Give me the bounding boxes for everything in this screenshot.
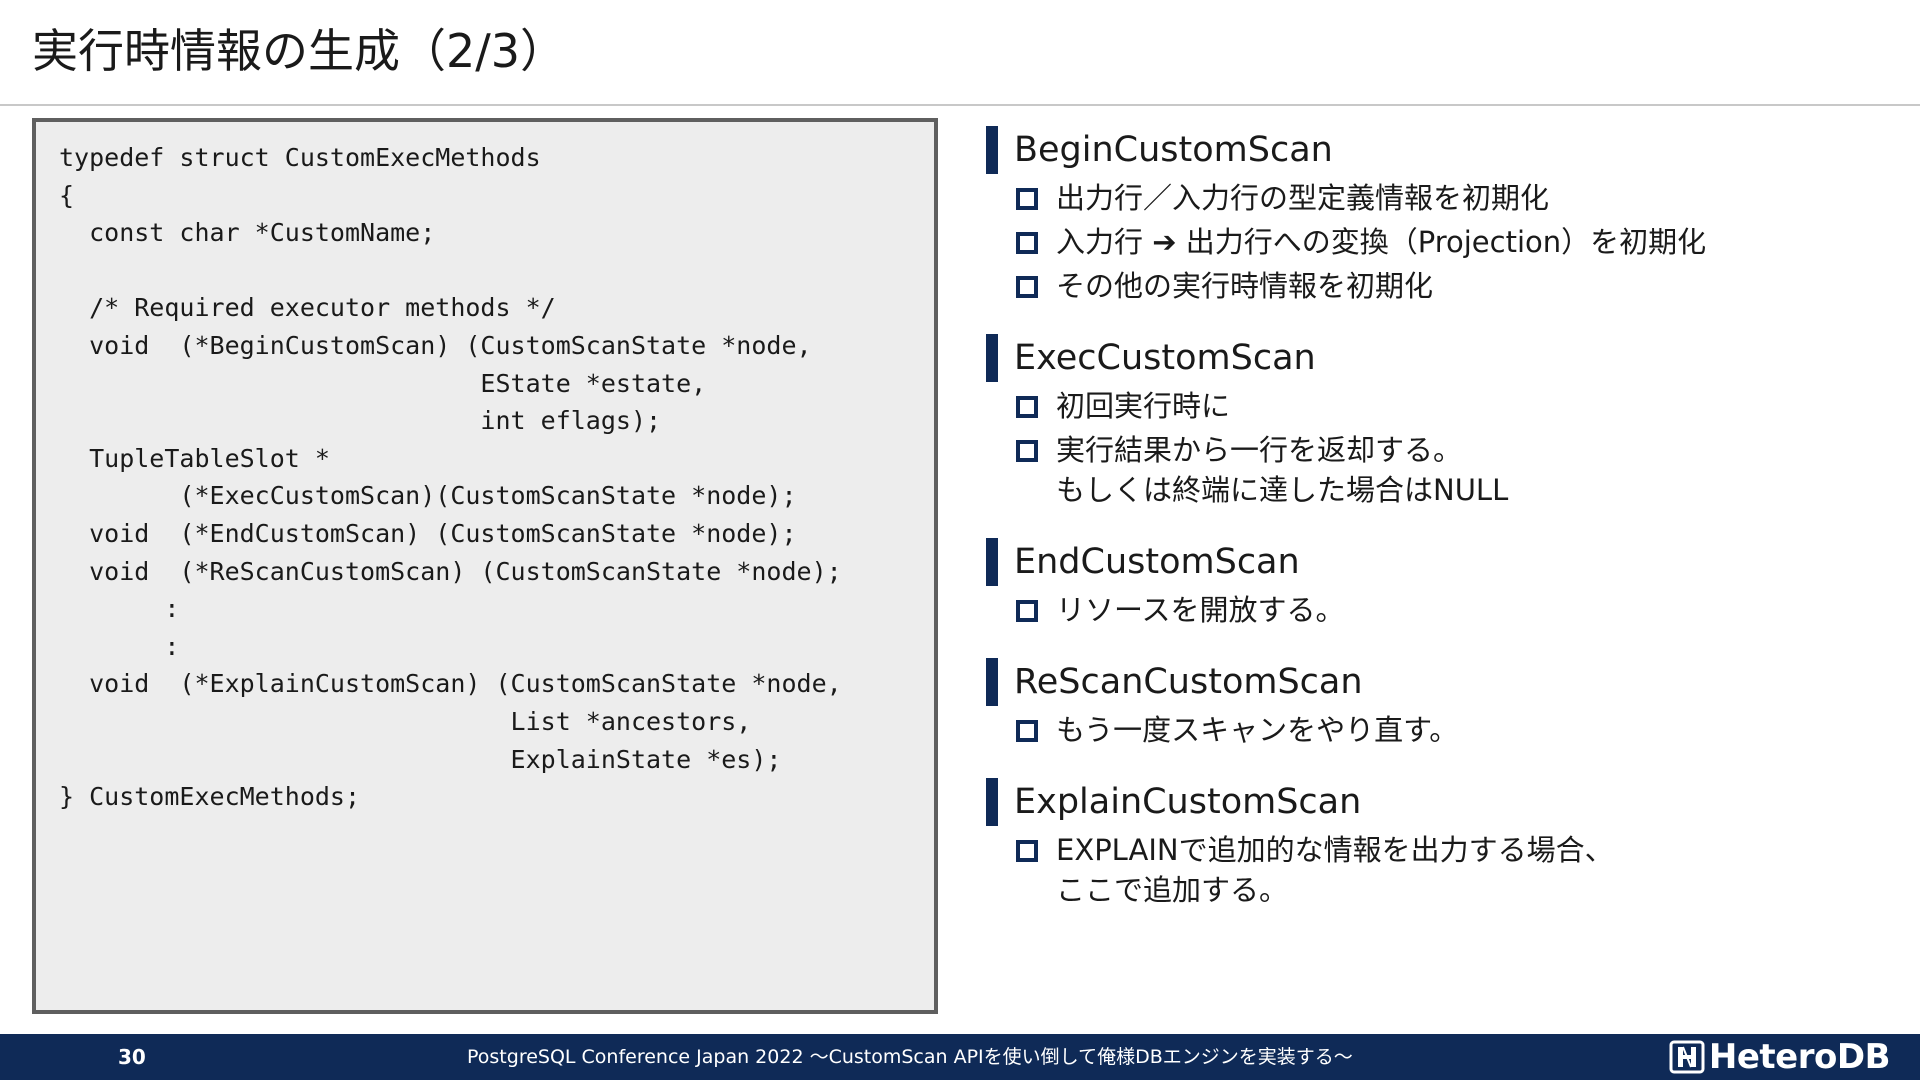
section-header: EndCustomScan <box>986 538 1886 586</box>
section-title: BeginCustomScan <box>1014 130 1333 170</box>
square-bullet-icon <box>1016 600 1038 622</box>
accent-bar <box>986 658 998 706</box>
accent-bar <box>986 778 998 826</box>
code-panel: typedef struct CustomExecMethods { const… <box>32 118 938 1014</box>
bullet-text: 出力行／入力行の型定義情報を初期化 <box>1056 181 1550 215</box>
title-divider <box>0 104 1920 106</box>
bullet-item: リソースを開放する。 <box>986 590 1886 630</box>
method-descriptions: BeginCustomScan 出力行／入力行の型定義情報を初期化 入力行 ➔ … <box>986 126 1886 938</box>
square-bullet-icon <box>1016 440 1038 462</box>
slide-title: 実行時情報の生成（2/3） <box>32 24 567 78</box>
section-title: ReScanCustomScan <box>1014 662 1363 702</box>
slide: 実行時情報の生成（2/3） typedef struct CustomExecM… <box>0 0 1920 1080</box>
bullet-item: 出力行／入力行の型定義情報を初期化 <box>986 178 1886 218</box>
section-header: ExecCustomScan <box>986 334 1886 382</box>
square-bullet-icon <box>1016 232 1038 254</box>
square-bullet-icon <box>1016 276 1038 298</box>
bullet-text: EXPLAINで追加的な情報を出力する場合、 ここで追加する。 <box>1056 833 1614 907</box>
square-bullet-icon <box>1016 840 1038 862</box>
section-rescan-custom-scan: ReScanCustomScan もう一度スキャンをやり直す。 <box>986 658 1886 750</box>
bullet-text: もう一度スキャンをやり直す。 <box>1056 713 1459 747</box>
square-bullet-icon <box>1016 396 1038 418</box>
accent-bar <box>986 334 998 382</box>
bullet-text: 初回実行時に <box>1056 389 1231 423</box>
section-title: ExplainCustomScan <box>1014 782 1362 822</box>
section-header: ReScanCustomScan <box>986 658 1886 706</box>
bullet-item: 実行結果から一行を返却する。 もしくは終端に達した場合はNULL <box>986 430 1886 510</box>
bullet-text: その他の実行時情報を初期化 <box>1056 269 1434 303</box>
page-number: 30 <box>118 1045 146 1069</box>
footer-caption: PostgreSQL Conference Japan 2022 ～Custom… <box>467 1046 1353 1068</box>
section-header: BeginCustomScan <box>986 126 1886 174</box>
bullet-text: リソースを開放する。 <box>1056 593 1345 627</box>
square-bullet-icon <box>1016 720 1038 742</box>
section-exec-custom-scan: ExecCustomScan 初回実行時に 実行結果から一行を返却する。 もしく… <box>986 334 1886 510</box>
bullet-text: 入力行 ➔ 出力行への変換（Projection）を初期化 <box>1056 225 1707 259</box>
code-block: typedef struct CustomExecMethods { const… <box>59 143 842 812</box>
bullet-text: 実行結果から一行を返却する。 もしくは終端に達した場合はNULL <box>1056 433 1509 507</box>
heterodb-logo: HeteroDB <box>1669 1037 1891 1077</box>
section-end-custom-scan: EndCustomScan リソースを開放する。 <box>986 538 1886 630</box>
bullet-item: EXPLAINで追加的な情報を出力する場合、 ここで追加する。 <box>986 830 1886 910</box>
bullet-item: 初回実行時に <box>986 386 1886 426</box>
square-bullet-icon <box>1016 188 1038 210</box>
bullet-item: その他の実行時情報を初期化 <box>986 266 1886 306</box>
heterodb-logo-icon <box>1669 1040 1705 1074</box>
section-title: EndCustomScan <box>1014 542 1300 582</box>
footer-bar: 30 PostgreSQL Conference Japan 2022 ～Cus… <box>0 1034 1920 1080</box>
accent-bar <box>986 126 998 174</box>
logo-wordmark: HeteroDB <box>1708 1037 1891 1077</box>
section-title: ExecCustomScan <box>1014 338 1316 378</box>
section-begin-custom-scan: BeginCustomScan 出力行／入力行の型定義情報を初期化 入力行 ➔ … <box>986 126 1886 306</box>
section-header: ExplainCustomScan <box>986 778 1886 826</box>
section-explain-custom-scan: ExplainCustomScan EXPLAINで追加的な情報を出力する場合、… <box>986 778 1886 910</box>
bullet-item: 入力行 ➔ 出力行への変換（Projection）を初期化 <box>986 222 1886 262</box>
bullet-item: もう一度スキャンをやり直す。 <box>986 710 1886 750</box>
accent-bar <box>986 538 998 586</box>
